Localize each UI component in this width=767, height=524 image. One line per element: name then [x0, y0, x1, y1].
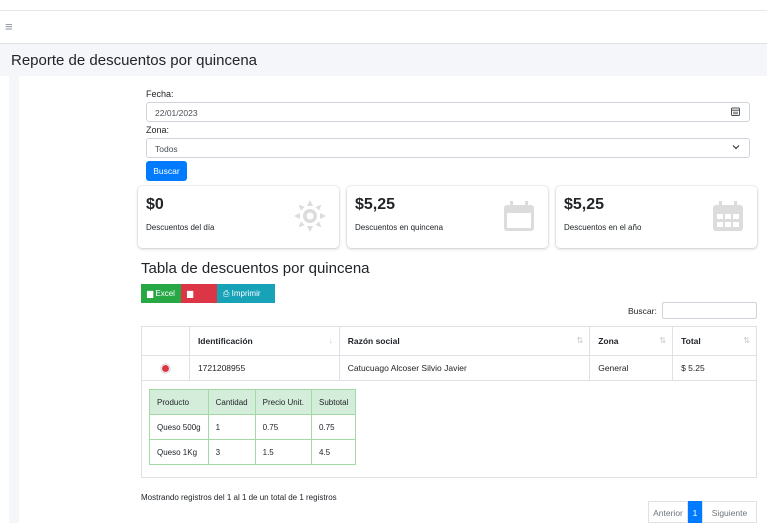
- top-navbar: ≡: [0, 10, 767, 44]
- detail-cell: 3: [207, 439, 256, 465]
- table-section-title: Tabla de descuentos por quincena: [141, 260, 370, 277]
- pagination-prev[interactable]: Anterior: [648, 501, 688, 523]
- fecha-input[interactable]: 22/01/2023: [146, 102, 750, 122]
- print-label: Imprimir: [231, 289, 261, 298]
- column-header-zona[interactable]: Zona ⇅: [589, 326, 674, 356]
- page-title: Reporte de descuentos por quincena: [11, 52, 258, 69]
- pdf-button[interactable]: ▆ PDF: [181, 284, 217, 317]
- detail-cell: Queso 1Kg: [149, 439, 209, 465]
- fecha-label: Fecha:: [146, 89, 174, 99]
- pdf-label: PDF: [187, 308, 203, 317]
- detail-header-cantidad: Cantidad: [207, 389, 256, 415]
- pagination-page-1[interactable]: 1: [688, 501, 702, 523]
- detail-header-precio: Precio Unit.: [254, 389, 312, 415]
- cell-total: $ 5.25: [672, 355, 757, 381]
- table-info: Mostrando registros del 1 al 1 de un tot…: [141, 493, 337, 502]
- detail-cell: Queso 500g: [149, 414, 209, 440]
- cell-razon-social: Catucuago Alcoser Silvio Javier: [338, 355, 591, 381]
- table-row: 1721208955 Catucuago Alcoser Silvio Javi…: [141, 355, 757, 381]
- detail-row: Queso 500g 1 0.75 0.75: [149, 414, 357, 440]
- card-descuentos-dia: $0 Descuentos del día: [138, 186, 339, 248]
- column-header-identificacion[interactable]: Identificación ↓: [188, 326, 340, 356]
- column-header-razon-social[interactable]: Razón social ⇅: [338, 326, 591, 356]
- card-descuentos-anio: $5,25 Descuentos en el año: [556, 186, 757, 248]
- detail-table: Producto Cantidad Precio Unit. Subtotal …: [149, 389, 357, 465]
- search-label: Buscar:: [628, 306, 657, 316]
- detail-cell: 0.75: [310, 414, 357, 440]
- card-value: $5,25: [355, 196, 396, 213]
- card-label: Descuentos en el año: [564, 223, 642, 232]
- excel-label: Excel: [155, 289, 175, 298]
- search-input[interactable]: [662, 302, 757, 319]
- expand-cell[interactable]: [141, 355, 190, 381]
- card-label: Descuentos en quincena: [355, 223, 444, 232]
- hamburger-menu-icon[interactable]: ≡: [5, 20, 13, 33]
- calendar-icon: [502, 199, 536, 233]
- print-icon: ⎙: [223, 289, 230, 298]
- print-button[interactable]: ⎙ Imprimir: [217, 284, 275, 303]
- column-header-total[interactable]: Total ⇅: [672, 326, 757, 356]
- card-descuentos-quincena: $5,25 Descuentos en quincena: [347, 186, 548, 248]
- detail-header-producto: Producto: [149, 389, 209, 415]
- content-header: Reporte de descuentos por quincena: [0, 44, 767, 76]
- zona-label: Zona:: [146, 125, 170, 135]
- pagination-next[interactable]: Siguiente: [702, 501, 757, 523]
- detail-header-subtotal: Subtotal: [310, 389, 357, 415]
- calendar-picker-icon[interactable]: [731, 107, 740, 119]
- excel-icon: ▆: [147, 289, 154, 298]
- detail-cell: 0.75: [254, 414, 312, 440]
- cell-zona: General: [589, 355, 674, 381]
- card-value: $0: [146, 196, 164, 213]
- sidebar-strip: [9, 76, 19, 523]
- row-detail: Producto Cantidad Precio Unit. Subtotal …: [141, 379, 757, 478]
- sort-icon: ⇅: [659, 336, 667, 345]
- calendar-alt-icon: [711, 199, 745, 233]
- expand-column-header: [141, 326, 190, 356]
- zona-value: Todos: [155, 144, 178, 154]
- chevron-down-icon: [732, 143, 740, 154]
- fecha-value: 22/01/2023: [155, 108, 198, 118]
- sort-desc-icon: ↓: [328, 336, 333, 345]
- cell-identificacion: 1721208955: [188, 355, 340, 381]
- zona-select[interactable]: Todos: [146, 138, 750, 158]
- excel-button[interactable]: ▆ Excel: [141, 284, 181, 303]
- sort-icon: ⇅: [576, 336, 584, 345]
- buscar-button[interactable]: Buscar: [146, 161, 187, 181]
- sort-icon: ⇅: [743, 336, 750, 345]
- detail-row: Queso 1Kg 3 1.5 4.5: [149, 439, 357, 465]
- collapse-row-icon[interactable]: [160, 363, 170, 373]
- detail-cell: 1.5: [254, 439, 312, 465]
- card-value: $5,25: [564, 196, 605, 213]
- card-label: Descuentos del día: [146, 223, 215, 232]
- detail-cell: 1: [207, 414, 256, 440]
- descuentos-table: Identificación ↓ Razón social ⇅ Zona ⇅ Tota…: [141, 326, 757, 381]
- pdf-icon: ▆: [187, 289, 194, 298]
- sun-icon: [293, 199, 327, 233]
- detail-cell: 4.5: [310, 439, 357, 465]
